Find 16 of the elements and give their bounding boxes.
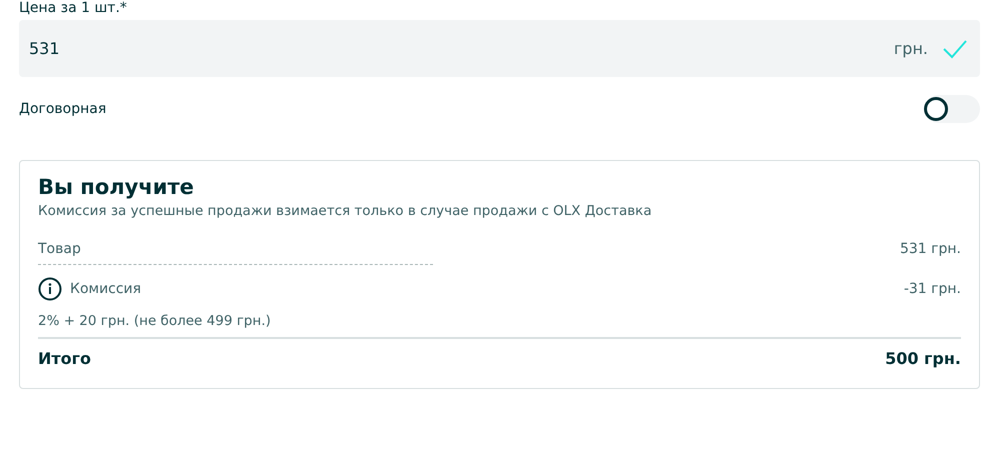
total-label: Итого [38,349,92,368]
row-label: Товар [38,241,81,257]
fee-detail: 2% + 20 грн. (не более 499 грн.) [38,313,961,339]
currency-label: грн. [894,39,928,58]
price-input[interactable]: 531 [29,39,894,58]
card-note: Комиссия за успешные продажи взимается только в случае продажи с OLX Доставка [38,203,653,219]
card-title: Вы получите [38,175,195,199]
toggle-switch[interactable] [924,95,980,123]
field-label: Цена за 1 шт.* [19,0,128,18]
row-label: Комиссия [70,281,142,297]
row-amount: -31 грн. [904,281,961,297]
total-amount: 500 грн. [885,349,961,368]
info-icon[interactable] [38,277,62,301]
price-field[interactable]: 531 грн. [19,20,980,77]
toggle-label: Договорная [19,101,106,117]
row-amount: 531 грн. [900,241,961,257]
